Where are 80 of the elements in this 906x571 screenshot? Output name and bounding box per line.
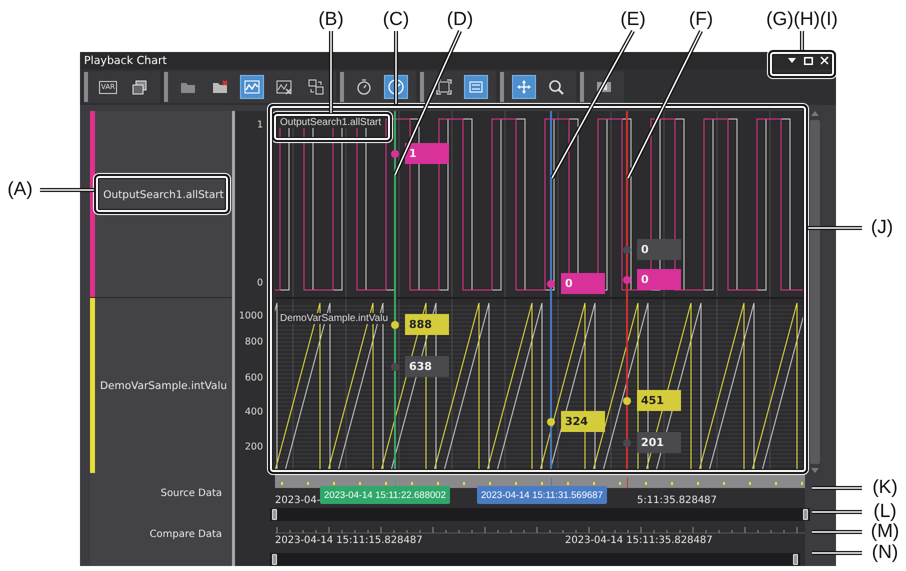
highlight-frame bbox=[768, 50, 836, 78]
row-label: Compare Data bbox=[150, 529, 222, 540]
cursor-value-label: 324 bbox=[561, 411, 605, 432]
leader-line bbox=[812, 551, 862, 555]
callout-label: (K) bbox=[872, 477, 898, 499]
cursor-value-label: 638 bbox=[405, 356, 449, 377]
signal-name[interactable]: OutputSearch1.allStart bbox=[103, 189, 224, 202]
slider-handle[interactable] bbox=[272, 508, 277, 520]
callout-label: (L) bbox=[873, 501, 897, 523]
frame-icon bbox=[468, 79, 484, 95]
leader-line bbox=[812, 510, 862, 514]
range-slider[interactable] bbox=[270, 552, 800, 566]
axis-tick-label: 600 bbox=[244, 372, 263, 384]
close-icon bbox=[820, 56, 828, 65]
timestamp: 2023-04-14 15:11:35.828487 bbox=[565, 535, 713, 546]
timestamp: 2023-04-14 15:11:15.828487 bbox=[275, 535, 423, 546]
cursor-value-label: 888 bbox=[405, 314, 449, 335]
callout-label: (D) bbox=[446, 9, 474, 31]
cursor-value-label: 201 bbox=[637, 432, 681, 453]
cursor-value-label: 1 bbox=[405, 143, 449, 164]
scrollbar-thumb[interactable] bbox=[810, 120, 820, 464]
window-title: Playback Chart bbox=[84, 54, 167, 67]
toolbar-grip bbox=[84, 72, 88, 102]
leader-line bbox=[800, 31, 804, 50]
callout-label: (G)(H)(I) bbox=[766, 9, 838, 31]
move-icon bbox=[516, 79, 532, 95]
slider-handle[interactable] bbox=[793, 554, 798, 565]
signal-name[interactable]: DemoVarSample.intValu bbox=[100, 380, 228, 392]
callout-label: (M) bbox=[870, 521, 900, 543]
timestamp: 5:11:35.828487 bbox=[637, 495, 717, 506]
frame-icon bbox=[436, 79, 452, 95]
caret-icon bbox=[788, 58, 796, 63]
down-arrow-icon bbox=[811, 468, 819, 473]
cursor-value-label: 0 bbox=[637, 239, 681, 260]
slider-handle[interactable] bbox=[803, 508, 808, 520]
callout-label: (C) bbox=[382, 9, 410, 31]
axis-tick-label: 800 bbox=[244, 336, 263, 348]
chart-icon bbox=[276, 79, 292, 95]
toolbar-grip bbox=[500, 72, 504, 102]
copy-icon bbox=[132, 79, 148, 95]
search-icon bbox=[548, 79, 564, 95]
row-label: Source Data bbox=[160, 488, 222, 499]
cursor-time-flag: 2023-04-14 15:11:22.688002 bbox=[320, 486, 450, 504]
cursor-value-label: 451 bbox=[637, 390, 681, 411]
swap-icon bbox=[308, 79, 324, 95]
cursor-time-flag: 2023-04-14 15:11:31.569687 bbox=[477, 486, 607, 504]
cursor-value-label: 0 bbox=[637, 269, 681, 290]
callout-label: (J) bbox=[870, 217, 894, 239]
callout-label: (E) bbox=[620, 9, 646, 31]
range-slider[interactable] bbox=[270, 508, 810, 522]
chart-icon bbox=[244, 79, 260, 95]
axis-tick-label: 400 bbox=[244, 406, 263, 418]
toolbar-grip bbox=[420, 72, 424, 102]
callout-label: (A) bbox=[7, 179, 33, 201]
axis-tick-label: 1 bbox=[256, 120, 263, 130]
folder-icon bbox=[212, 79, 228, 95]
leader-line bbox=[812, 530, 862, 534]
axis-tick-label: 0 bbox=[256, 278, 263, 288]
stopwatch-icon bbox=[356, 79, 372, 95]
callout-label: (B) bbox=[318, 9, 344, 31]
toolbar-grip bbox=[340, 72, 344, 102]
vertical-scrollbar[interactable] bbox=[808, 111, 822, 473]
leader-line bbox=[40, 188, 94, 192]
leader-line bbox=[808, 226, 862, 230]
axis-tick-label: 1000 bbox=[238, 310, 263, 322]
chart-signal-label: DemoVarSample.intValu bbox=[279, 313, 390, 324]
toolbar-grip bbox=[164, 72, 168, 102]
axis-tick-label: 200 bbox=[244, 442, 263, 452]
leader-line bbox=[812, 486, 862, 490]
close-button[interactable] bbox=[818, 54, 830, 68]
slider-handle[interactable] bbox=[272, 554, 277, 565]
maximize-icon bbox=[804, 56, 812, 64]
timestamp: 2023-04- bbox=[275, 495, 320, 506]
gauge-icon bbox=[388, 79, 404, 95]
callout-label: (F) bbox=[688, 9, 714, 31]
cursor-value-label: 0 bbox=[561, 273, 605, 294]
callout-label: (N) bbox=[872, 542, 898, 564]
chart-signal-label: OutputSearch1.allStart bbox=[279, 117, 382, 128]
up-arrow-icon bbox=[811, 111, 819, 116]
toolbar-grip bbox=[580, 72, 584, 102]
